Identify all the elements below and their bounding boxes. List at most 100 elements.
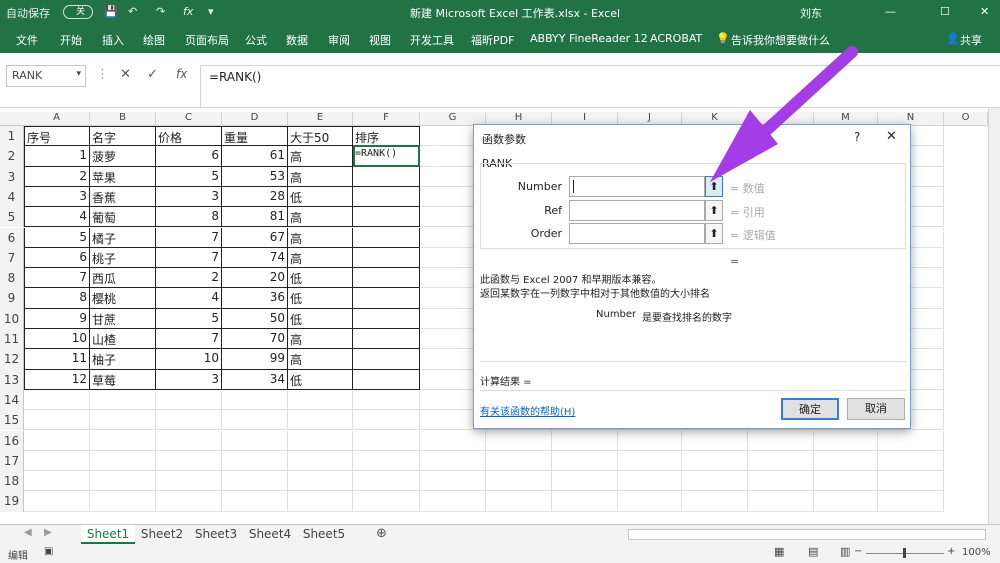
table-cell[interactable] <box>353 349 420 370</box>
empty-cell[interactable] <box>353 471 420 492</box>
row-header[interactable]: 12 <box>0 349 24 370</box>
table-cell[interactable]: 4 <box>156 288 222 309</box>
row-header[interactable]: 16 <box>0 430 24 451</box>
table-cell[interactable]: 葡萄 <box>90 207 156 228</box>
empty-cell[interactable] <box>24 430 90 451</box>
table-cell[interactable]: 2 <box>156 268 222 289</box>
column-header[interactable]: B <box>90 112 156 126</box>
sheet-tab-4[interactable]: Sheet4 <box>243 525 297 544</box>
table-header-cell[interactable]: 价格 <box>156 126 222 147</box>
table-cell[interactable]: 高 <box>288 227 353 248</box>
empty-cell[interactable] <box>156 389 222 411</box>
collapse-ref-icon[interactable]: ⬆ <box>705 200 723 221</box>
table-cell[interactable]: 低 <box>288 369 353 390</box>
empty-cell[interactable] <box>878 471 944 492</box>
table-cell[interactable]: 6 <box>24 247 90 269</box>
empty-cell[interactable] <box>618 430 682 451</box>
empty-cell[interactable] <box>552 450 618 472</box>
table-cell[interactable]: 74 <box>222 247 288 269</box>
empty-cell[interactable] <box>682 471 748 492</box>
table-cell[interactable] <box>353 227 420 248</box>
maximize-icon[interactable]: ☐ <box>940 5 950 18</box>
page-layout-view-icon[interactable]: ▤ <box>808 545 818 558</box>
table-cell[interactable]: 6 <box>156 146 222 167</box>
empty-cell[interactable] <box>748 450 814 472</box>
normal-view-icon[interactable]: ▦ <box>774 545 784 558</box>
ref-input[interactable] <box>569 200 705 221</box>
dialog-close-icon[interactable]: ✕ <box>886 129 897 144</box>
column-header[interactable]: E <box>288 112 353 126</box>
empty-cell[interactable] <box>90 471 156 492</box>
table-cell[interactable]: 7 <box>24 268 90 289</box>
empty-cell[interactable] <box>24 471 90 492</box>
empty-cell[interactable] <box>24 410 90 431</box>
table-cell[interactable]: 7 <box>156 247 222 269</box>
empty-cell[interactable] <box>618 491 682 512</box>
sheet-tab-2[interactable]: Sheet2 <box>135 525 189 544</box>
column-header[interactable]: F <box>353 112 420 126</box>
empty-cell[interactable] <box>90 430 156 451</box>
tab-acrobat[interactable]: ACROBAT <box>650 32 702 45</box>
number-input[interactable] <box>569 176 705 197</box>
table-cell[interactable]: 11 <box>24 349 90 370</box>
table-cell[interactable]: 4 <box>24 207 90 228</box>
table-cell[interactable]: 12 <box>24 369 90 390</box>
table-cell[interactable]: 香蕉 <box>90 186 156 208</box>
zoom-slider-thumb[interactable] <box>903 548 906 558</box>
ok-button[interactable]: 确定 <box>781 398 839 420</box>
table-cell[interactable]: 高 <box>288 166 353 187</box>
empty-cell[interactable] <box>486 471 552 492</box>
tab-insert[interactable]: 插入 <box>102 32 124 48</box>
customize-qat-icon[interactable]: ▾ <box>208 5 214 18</box>
empty-cell[interactable] <box>288 410 353 431</box>
table-cell[interactable] <box>353 186 420 208</box>
empty-cell[interactable] <box>24 389 90 411</box>
table-cell[interactable]: 柚子 <box>90 349 156 370</box>
empty-cell[interactable] <box>90 389 156 411</box>
empty-cell[interactable] <box>814 430 878 451</box>
empty-cell[interactable] <box>618 450 682 472</box>
table-cell[interactable]: 99 <box>222 349 288 370</box>
row-header[interactable]: 3 <box>0 166 24 187</box>
table-cell[interactable] <box>353 268 420 289</box>
table-header-cell[interactable]: 重量 <box>222 126 288 147</box>
table-cell[interactable]: 36 <box>222 288 288 309</box>
empty-cell[interactable] <box>156 471 222 492</box>
table-header-cell[interactable]: 排序 <box>353 126 420 147</box>
row-header[interactable]: 2 <box>0 146 24 167</box>
empty-cell[interactable] <box>420 491 486 512</box>
row-header[interactable]: 9 <box>0 288 24 309</box>
tab-developer[interactable]: 开发工具 <box>410 32 454 48</box>
table-cell[interactable] <box>353 207 420 228</box>
row-header[interactable]: 19 <box>0 491 24 512</box>
table-cell[interactable]: 3 <box>156 186 222 208</box>
function-help-link[interactable]: 有关该函数的帮助(H) <box>480 403 575 418</box>
tab-scroll-right-icon[interactable]: ▶ <box>44 527 52 538</box>
sheet-tab-1[interactable]: Sheet1 <box>81 525 135 544</box>
share-button[interactable]: 共享 <box>960 32 982 48</box>
table-cell[interactable]: 低 <box>288 288 353 309</box>
zoom-in-icon[interactable]: + <box>947 546 955 557</box>
empty-cell[interactable] <box>90 450 156 472</box>
table-cell[interactable]: 5 <box>156 166 222 187</box>
empty-cell[interactable] <box>486 450 552 472</box>
table-cell[interactable]: 高 <box>288 207 353 228</box>
row-header[interactable]: 10 <box>0 308 24 329</box>
table-cell[interactable]: 10 <box>156 349 222 370</box>
empty-cell[interactable] <box>222 450 288 472</box>
add-sheet-icon[interactable]: ⊕ <box>376 526 387 541</box>
empty-cell[interactable] <box>288 471 353 492</box>
empty-cell[interactable] <box>878 491 944 512</box>
table-cell[interactable]: 61 <box>222 146 288 167</box>
table-cell[interactable] <box>353 166 420 187</box>
empty-cell[interactable] <box>748 491 814 512</box>
sheet-tab-5[interactable]: Sheet5 <box>297 525 351 544</box>
user-name[interactable]: 刘东 <box>800 5 822 21</box>
table-cell[interactable]: 菠萝 <box>90 146 156 167</box>
table-cell[interactable] <box>353 288 420 309</box>
empty-cell[interactable] <box>748 471 814 492</box>
save-icon[interactable]: 💾 <box>104 5 118 18</box>
share-icon[interactable]: 👤 <box>946 32 960 45</box>
empty-cell[interactable] <box>486 491 552 512</box>
close-icon[interactable]: ✕ <box>980 5 989 18</box>
